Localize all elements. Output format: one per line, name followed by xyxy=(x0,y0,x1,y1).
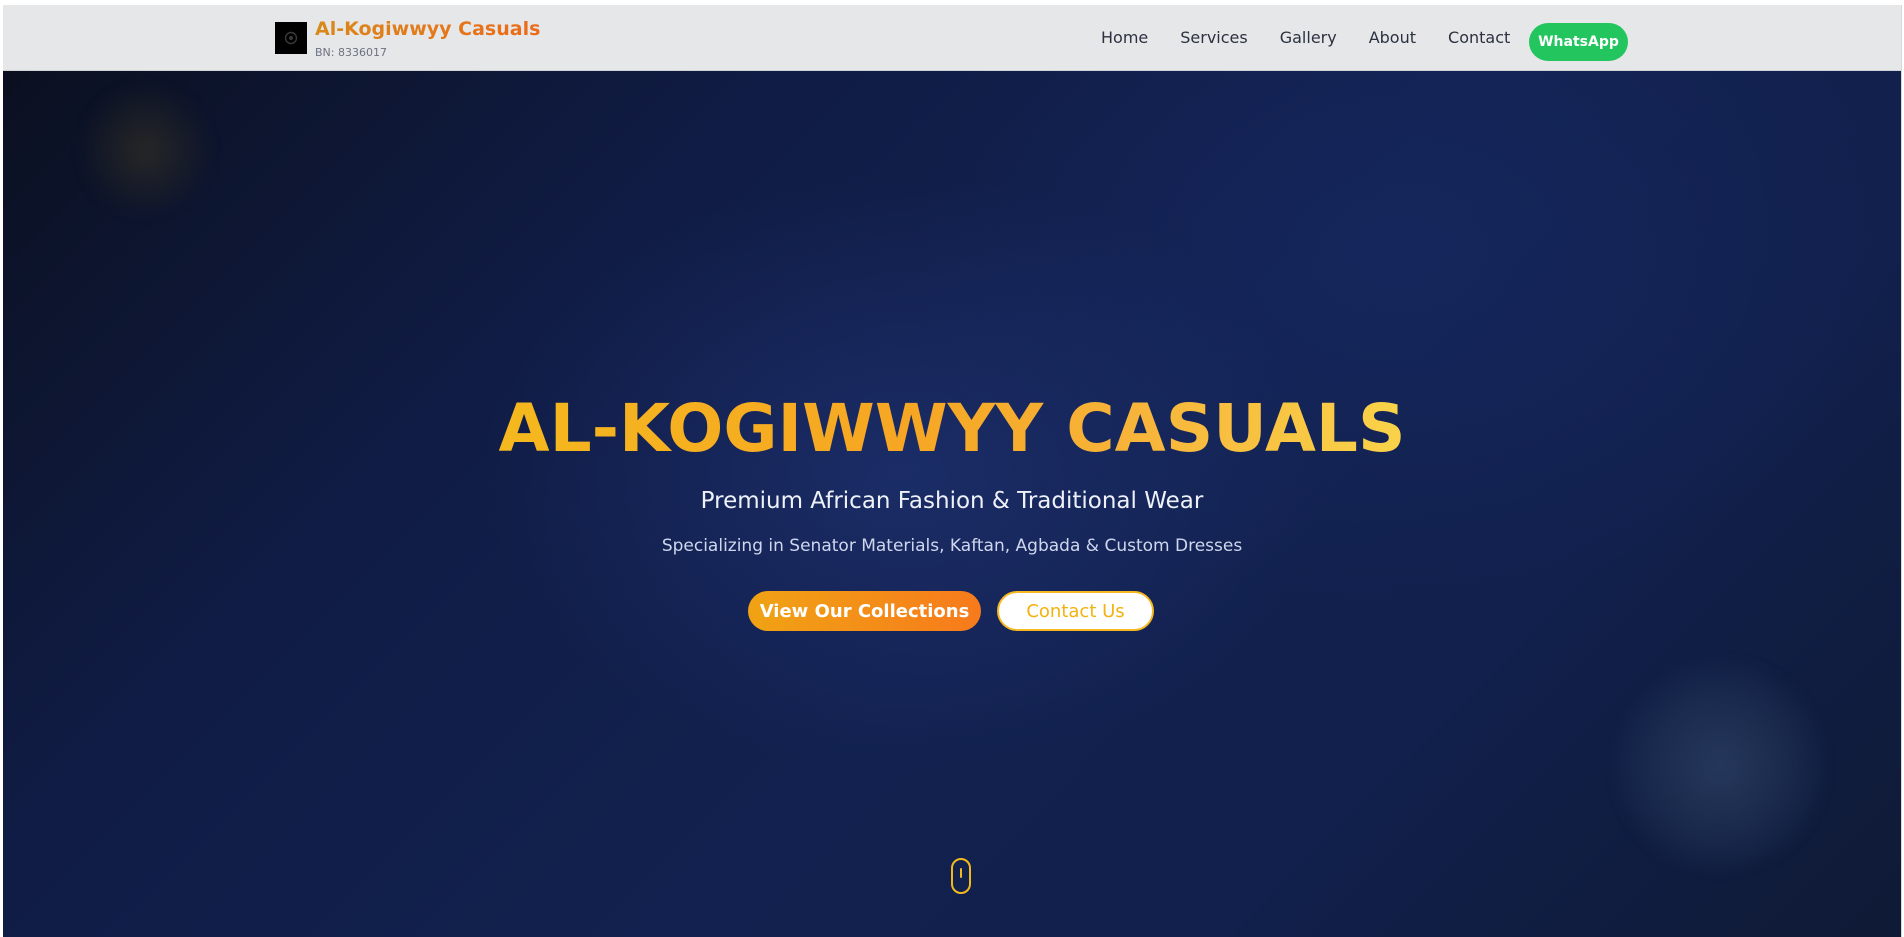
scroll-wheel xyxy=(960,868,962,878)
navbar: Al-Kogiwwyy Casuals BN: 8336017 Home Ser… xyxy=(3,5,1901,71)
brand-name[interactable]: Al-Kogiwwyy Casuals xyxy=(315,18,540,40)
hero-subtitle: Premium African Fashion & Traditional We… xyxy=(700,488,1204,514)
nav-link-services[interactable]: Services xyxy=(1180,28,1247,47)
nav-link-home[interactable]: Home xyxy=(1101,28,1148,47)
logo-icon[interactable] xyxy=(275,22,307,54)
nav-links: Home Services Gallery About Contact xyxy=(1101,5,1542,70)
hero-section: AL-KOGIWWYY CASUALS Premium African Fash… xyxy=(3,71,1901,937)
whatsapp-button[interactable]: WhatsApp xyxy=(1529,23,1628,61)
browser-viewport: Al-Kogiwwyy Casuals BN: 8336017 Home Ser… xyxy=(3,5,1902,937)
contact-us-button[interactable]: Contact Us xyxy=(997,591,1154,631)
decorative-blob xyxy=(1615,661,1825,871)
nav-link-gallery[interactable]: Gallery xyxy=(1280,28,1337,47)
hero-title: AL-KOGIWWYY CASUALS xyxy=(3,389,1901,469)
hero-description: Specializing in Senator Materials, Kafta… xyxy=(661,536,1243,556)
hero-title-text: AL-KOGIWWYY CASUALS xyxy=(498,390,1406,467)
mouse-scroll-icon[interactable] xyxy=(951,858,971,894)
business-number: BN: 8336017 xyxy=(315,46,387,59)
view-collections-button[interactable]: View Our Collections xyxy=(748,591,981,631)
nav-link-about[interactable]: About xyxy=(1369,28,1416,47)
nav-link-contact[interactable]: Contact xyxy=(1448,28,1510,47)
decorative-blob xyxy=(81,85,211,215)
